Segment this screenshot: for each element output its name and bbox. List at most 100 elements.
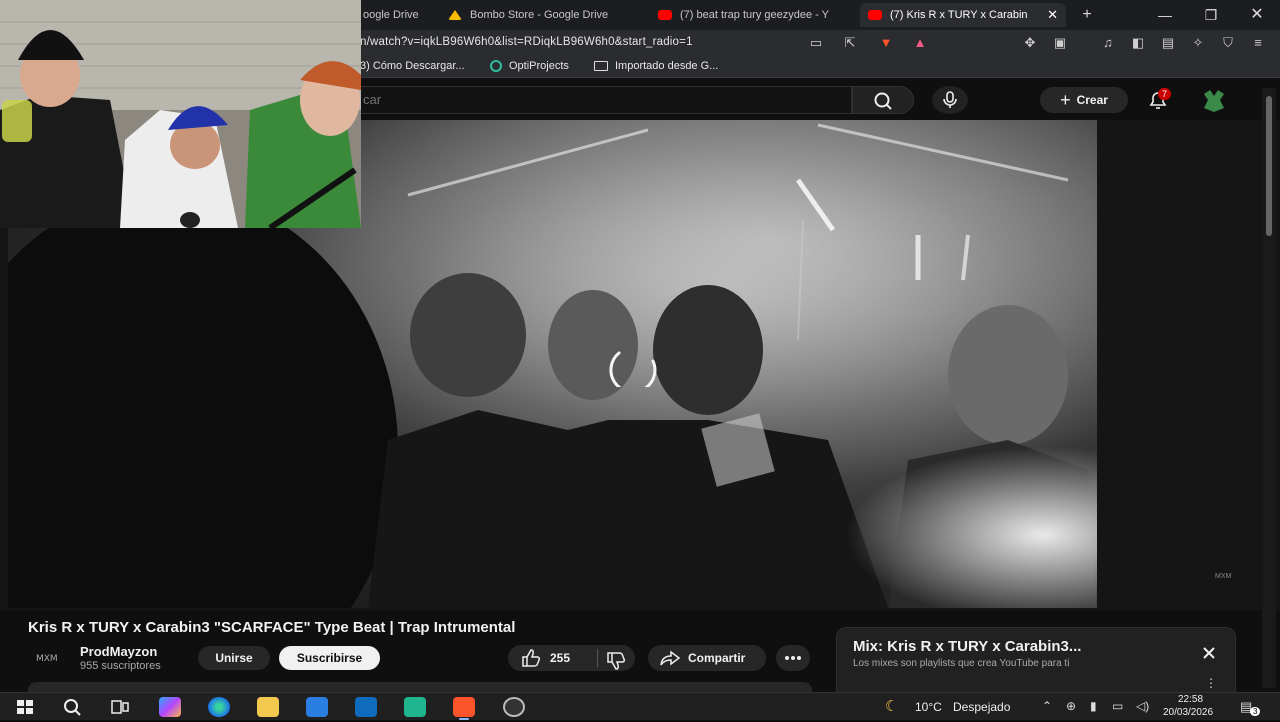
task-view-button[interactable]: [109, 697, 131, 717]
like-divider: [597, 649, 598, 667]
outlook-app[interactable]: [355, 697, 377, 717]
channel-logo-icon: MXM: [36, 654, 58, 664]
brave-rewards-icon[interactable]: ▲: [912, 35, 928, 51]
notification-badge: 7: [1158, 88, 1172, 100]
google-drive-icon: [448, 10, 462, 20]
network-icon[interactable]: ▭: [1112, 699, 1123, 713]
url-field[interactable]: n/watch?v=iqkLB96W6h0&list=RDiqkLB96W6h0…: [360, 36, 693, 48]
chevron-up-icon[interactable]: ⌃: [1042, 699, 1052, 713]
dislike-button[interactable]: [600, 645, 635, 671]
close-icon: [1203, 647, 1215, 659]
microphone-icon: [943, 91, 957, 108]
folder-icon: [594, 61, 608, 71]
like-count: 255: [550, 651, 571, 665]
tab-active-video[interactable]: (7) Kris R x TURY x Carabin ✕: [860, 3, 1066, 27]
description-box[interactable]: [28, 682, 812, 692]
edge-app[interactable]: [208, 697, 230, 717]
search-icon: [64, 699, 81, 716]
like-dislike-group: 255: [508, 645, 635, 671]
scrollbar-thumb[interactable]: [1266, 96, 1272, 236]
subscribe-button[interactable]: Suscribirse: [279, 646, 380, 670]
clock-date[interactable]: 20/03/2026: [1163, 707, 1213, 718]
app-tray-icon[interactable]: ⊕: [1066, 699, 1076, 713]
weather-temperature[interactable]: 10°C: [915, 700, 942, 714]
optiprojects-icon: [490, 60, 502, 72]
brave-shields-icon[interactable]: ▼: [878, 35, 894, 51]
extensions-icon[interactable]: ✥: [1022, 35, 1038, 51]
wallet-icon[interactable]: ▤: [1160, 35, 1176, 51]
webcam-overlay: [0, 0, 361, 228]
loading-spinner-icon: [609, 351, 657, 387]
mix-playlist-panel[interactable]: Mix: Kris R x TURY x Carabin3... Los mix…: [836, 627, 1236, 693]
notification-center-badge: 3: [1250, 707, 1261, 716]
more-horizontal-icon: [785, 656, 801, 660]
tab-beat-trap-search[interactable]: (7) beat trap tury geezydee - Y: [650, 3, 850, 27]
search-icon: [874, 92, 892, 110]
leo-icon[interactable]: ✧: [1190, 35, 1206, 51]
tab-google-drive[interactable]: oogle Drive: [355, 3, 440, 27]
clock-time[interactable]: 22:58: [1178, 694, 1203, 705]
weather-description[interactable]: Despejado: [953, 700, 1010, 714]
minimize-button[interactable]: —: [1150, 4, 1180, 26]
volume-icon[interactable]: ◁): [1136, 699, 1149, 713]
tab-label: (7) Kris R x TURY x Carabin: [890, 9, 1028, 21]
search-button[interactable]: [852, 86, 914, 114]
video-title: Kris R x TURY x Carabin3 "SCARFACE" Type…: [28, 619, 516, 636]
restore-button[interactable]: ❐: [1196, 4, 1226, 26]
search-box[interactable]: [340, 86, 852, 114]
brave-app[interactable]: [453, 697, 475, 720]
bookmark-label: 3) Cómo Descargar...: [360, 60, 465, 72]
tab-label: Bombo Store - Google Drive: [470, 9, 609, 21]
search-input[interactable]: [363, 92, 763, 107]
task-view-icon: [111, 700, 129, 714]
like-button[interactable]: 255: [508, 645, 595, 671]
bookmark-como-descargar[interactable]: 3) Cómo Descargar...: [360, 60, 465, 72]
share-page-icon[interactable]: ⇱: [842, 35, 858, 51]
new-tab-button[interactable]: +: [1072, 4, 1102, 26]
windows-logo-icon: [17, 700, 33, 714]
subscriber-count: 955 suscriptores: [80, 660, 161, 672]
channel-name[interactable]: ProdMayzon: [80, 644, 157, 659]
account-avatar-icon: [1204, 90, 1224, 112]
copilot-app[interactable]: [159, 697, 181, 717]
windows-taskbar: ☾ 10°C Despejado ⌃ ⊕ ▮ ▭ ◁) 22:58 20/03/…: [0, 692, 1280, 720]
share-label: Compartir: [688, 651, 746, 665]
more-actions-button[interactable]: [776, 645, 810, 671]
webcam-feed: [0, 0, 361, 228]
create-label: Crear: [1076, 93, 1108, 107]
youtube-icon: [868, 10, 882, 20]
close-window-button[interactable]: ✕: [1242, 4, 1272, 26]
moon-weather-icon[interactable]: ☾: [885, 697, 898, 715]
taskbar-search-button[interactable]: [61, 697, 83, 717]
close-tab-icon[interactable]: ✕: [1047, 7, 1058, 23]
store-app[interactable]: [306, 697, 328, 717]
join-button[interactable]: Unirse: [198, 646, 270, 670]
tab-bombo-store[interactable]: Bombo Store - Google Drive: [440, 3, 645, 27]
avatar[interactable]: [1200, 88, 1228, 114]
optiprojects-app[interactable]: [404, 697, 426, 717]
voice-search-button[interactable]: [932, 86, 968, 114]
create-button[interactable]: + Crear: [1040, 87, 1128, 113]
channel-avatar[interactable]: MXM: [34, 647, 62, 667]
share-button[interactable]: Compartir: [648, 645, 766, 671]
sidebar-icon[interactable]: ◧: [1130, 35, 1146, 51]
menu-icon[interactable]: ≡: [1250, 35, 1266, 51]
vpn-icon[interactable]: ⛉: [1220, 35, 1236, 51]
share-arrow-icon: [660, 650, 681, 666]
cast-icon[interactable]: ▭: [808, 35, 824, 51]
close-mix-button[interactable]: [1199, 643, 1219, 663]
bookmark-folder-importado[interactable]: Importado desde G...: [594, 60, 718, 72]
reader-icon[interactable]: ▣: [1052, 35, 1068, 51]
usb-icon[interactable]: ▮: [1090, 699, 1097, 713]
file-explorer-app[interactable]: [257, 697, 279, 717]
mix-more-icon[interactable]: ⋮: [1205, 676, 1217, 690]
bookmark-label: Importado desde G...: [615, 60, 719, 72]
media-icon[interactable]: ♫: [1100, 35, 1116, 51]
start-button[interactable]: [14, 697, 36, 717]
obs-app[interactable]: [503, 697, 525, 717]
bookmark-optiprojects[interactable]: OptiProjects: [490, 60, 569, 72]
tab-label: (7) beat trap tury geezydee - Y: [680, 9, 829, 21]
mix-title[interactable]: Mix: Kris R x TURY x Carabin3...: [853, 638, 1081, 655]
youtube-icon: [658, 10, 672, 20]
page-scrollbar[interactable]: [1262, 88, 1276, 688]
